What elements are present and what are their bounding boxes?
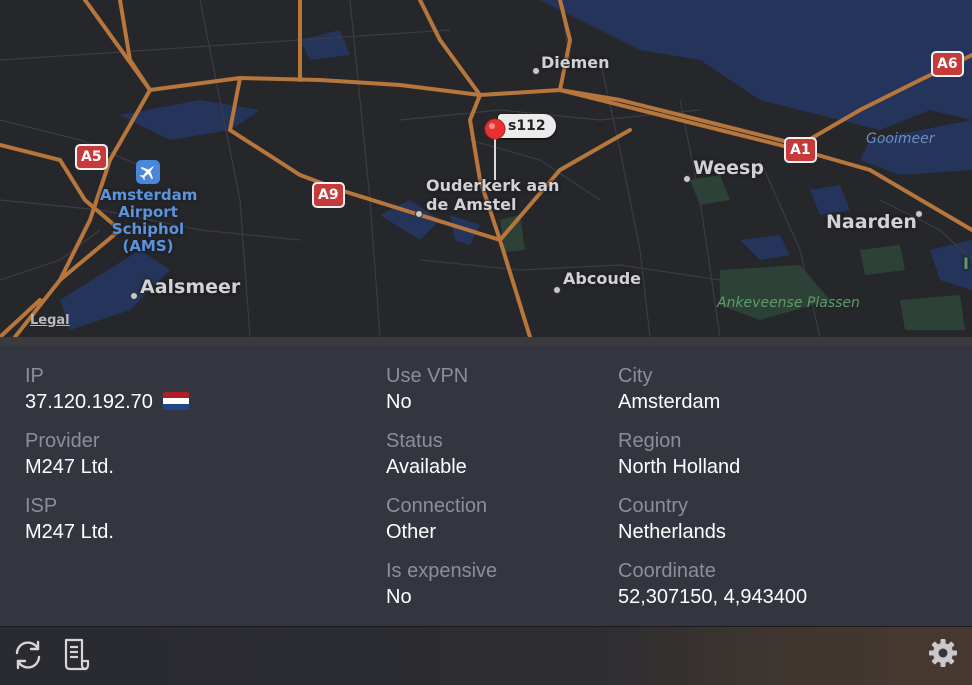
vpn-value: No (386, 391, 412, 413)
footer-toolbar (0, 626, 972, 685)
water-label-gooimeer: Gooimeer (866, 131, 935, 147)
map-view[interactable]: Diemen Weesp Naarden Ouderkerk aan de Am… (0, 0, 972, 337)
provider-value: M247 Ltd. (25, 456, 114, 478)
ip-value: 37.120.192.70 (25, 391, 153, 413)
isp-label: ISP (25, 495, 58, 517)
vpn-label: Use VPN (386, 365, 469, 387)
country-field: Country Netherlands (618, 493, 726, 545)
place-label-weesp: Weesp (693, 157, 764, 179)
ip-label: IP (25, 365, 44, 387)
ip-field: IP 37.120.192.70 (25, 363, 189, 415)
ip-value-row: 37.120.192.70 (25, 389, 189, 415)
map-pin-icon[interactable] (484, 118, 506, 180)
road-shield-a1: A1 (784, 137, 817, 163)
region-value: North Holland (618, 456, 741, 478)
ouderkerk-dot (415, 210, 423, 218)
airplane-icon (136, 160, 160, 184)
pin-label: s112 (508, 118, 546, 134)
abcoude-dot (553, 286, 561, 294)
place-label-abcoude: Abcoude (563, 269, 642, 288)
place-label-edge: I (963, 254, 969, 273)
coordinate-field: Coordinate 52,307150, 4,943400 (618, 558, 807, 610)
country-label: Country (618, 495, 689, 517)
place-label-airport: Amsterdam Airport Schiphol (AMS) (100, 186, 198, 255)
status-label: Status (386, 430, 443, 452)
region-label: Region (618, 430, 682, 452)
log-icon[interactable] (62, 637, 92, 673)
info-panel: IP 37.120.192.70 Provider M247 Ltd. ISP … (0, 345, 972, 626)
diemen-dot (532, 67, 540, 75)
expensive-field: Is expensive No (386, 558, 497, 610)
place-label-ouderkerk: Ouderkerk aan de Amstel (426, 176, 560, 214)
refresh-icon[interactable] (11, 638, 45, 672)
road-shield-a6: A6 (931, 51, 964, 77)
status-field: Status Available (386, 428, 467, 480)
vpn-field: Use VPN No (386, 363, 468, 415)
status-value: Available (386, 456, 467, 478)
coordinate-value: 52,307150, 4,943400 (618, 586, 808, 608)
city-value: Amsterdam (618, 391, 721, 413)
panel-divider (0, 337, 972, 345)
provider-field: Provider M247 Ltd. (25, 428, 114, 480)
gear-icon[interactable] (927, 637, 959, 669)
legal-link[interactable]: Legal (30, 313, 70, 328)
expensive-value: No (386, 586, 412, 608)
city-label: City (618, 365, 653, 387)
country-value: Netherlands (618, 521, 726, 543)
connection-label: Connection (386, 495, 488, 517)
pin-callout[interactable]: s112 (498, 114, 556, 138)
road-shield-a5: A5 (75, 144, 108, 170)
connection-value: Other (386, 521, 437, 543)
place-label-diemen: Diemen (541, 53, 610, 72)
coordinate-label: Coordinate (618, 560, 716, 582)
road-shield-a9: A9 (312, 182, 345, 208)
provider-label: Provider (25, 430, 100, 452)
netherlands-flag-icon (162, 392, 189, 410)
place-label-naarden: Naarden (826, 211, 917, 233)
isp-field: ISP M247 Ltd. (25, 493, 114, 545)
connection-field: Connection Other (386, 493, 487, 545)
weesp-dot (683, 175, 691, 183)
place-label-aalsmeer: Aalsmeer (140, 276, 241, 298)
city-field: City Amsterdam (618, 363, 720, 415)
expensive-label: Is expensive (386, 560, 498, 582)
park-label-ankeveense: Ankeveense Plassen (717, 295, 860, 311)
isp-value: M247 Ltd. (25, 521, 114, 543)
aalsmeer-dot (130, 292, 138, 300)
region-field: Region North Holland (618, 428, 740, 480)
